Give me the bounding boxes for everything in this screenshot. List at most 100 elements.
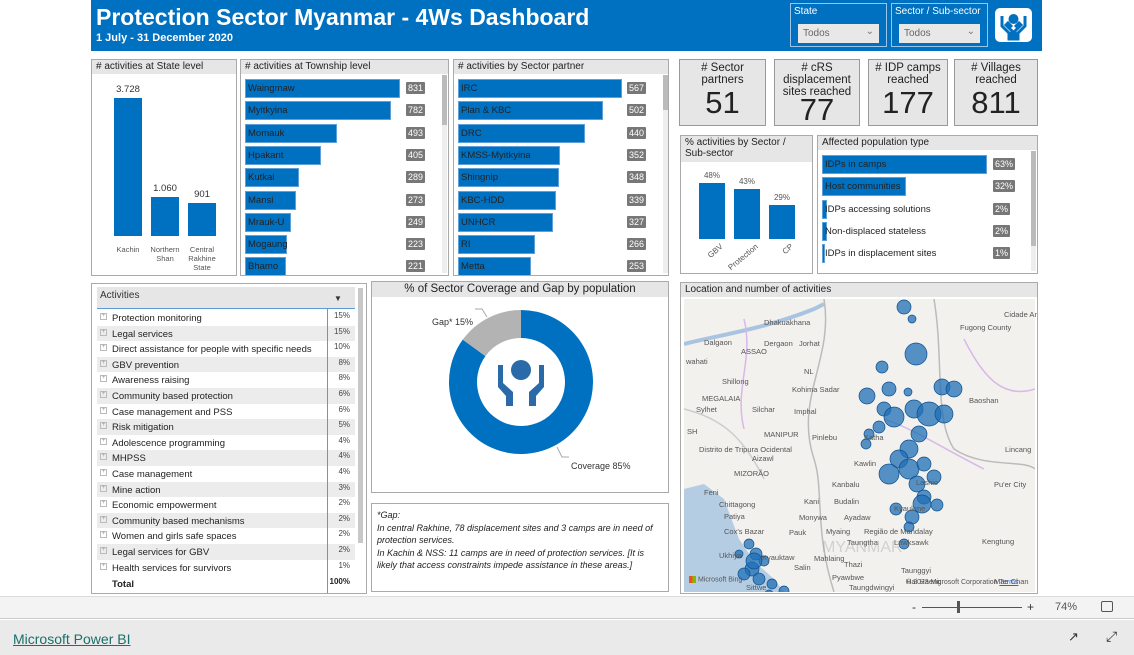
scrollbar[interactable]	[358, 288, 363, 543]
bar-row[interactable]: IDPs accessing solutions 2%	[822, 199, 1018, 219]
bar-row[interactable]: Myitkyina 782	[245, 101, 431, 121]
scrollbar[interactable]	[663, 75, 668, 273]
fit-to-page-icon[interactable]	[1101, 601, 1113, 612]
expand-icon[interactable]: +	[100, 375, 107, 383]
expand-icon[interactable]: +	[100, 469, 107, 476]
table-row[interactable]: + Legal services for GBV 2%	[97, 544, 355, 560]
expand-icon[interactable]: +	[100, 484, 107, 492]
expand-icon[interactable]: +	[100, 437, 107, 445]
expand-icon[interactable]: +	[100, 328, 107, 336]
bar-row[interactable]: Non-displaced stateless 2%	[822, 221, 1018, 241]
bar-row[interactable]: UNHCR 327	[458, 212, 652, 232]
table-row[interactable]: + Women and girls safe spaces 2%	[97, 528, 355, 544]
table-row[interactable]: + Adolescence programming 4%	[97, 435, 355, 451]
expand-icon[interactable]: +	[100, 515, 107, 523]
bar-row[interactable]: RI 266	[458, 235, 652, 255]
table-row[interactable]: + Case management and PSS 6%	[97, 404, 355, 420]
table-row[interactable]: + Health services for survivors 1%	[97, 560, 355, 576]
bar-row[interactable]: Mansi 273	[245, 190, 431, 210]
activity-bubble[interactable]	[878, 463, 900, 485]
zoom-in-button[interactable]: +	[1027, 600, 1034, 614]
subsector-bar[interactable]	[769, 205, 795, 239]
activity-bubble[interactable]	[883, 406, 905, 428]
expand-icon[interactable]: +	[100, 500, 107, 508]
scrollbar[interactable]	[442, 75, 447, 273]
activity-bubble[interactable]	[910, 425, 928, 443]
zoom-out-button[interactable]: -	[912, 600, 916, 614]
state-dropdown[interactable]: Todos ⌄	[798, 24, 879, 43]
table-row[interactable]: + Mine action 3%	[97, 481, 355, 498]
state-bar[interactable]	[114, 98, 142, 236]
bar-row[interactable]: Mogaung 223	[245, 235, 431, 255]
sort-desc-icon[interactable]: ▼	[334, 294, 342, 303]
activity-bubble[interactable]	[896, 299, 912, 315]
activity-bubble[interactable]	[934, 404, 954, 424]
expand-icon[interactable]: +	[100, 313, 107, 320]
bar-row[interactable]: Host communities 32%	[822, 177, 1018, 197]
activity-bubble[interactable]	[766, 578, 778, 590]
table-row[interactable]: + MHPSS 4%	[97, 450, 355, 466]
state-bar[interactable]	[151, 196, 179, 236]
expand-icon[interactable]: +	[100, 562, 107, 570]
activity-bubble[interactable]	[904, 342, 928, 366]
subsector-bar[interactable]	[699, 183, 725, 239]
table-row[interactable]: + Direct assistance for people with speci…	[97, 341, 355, 357]
activity-bubble[interactable]	[916, 456, 932, 472]
zoom-slider-handle[interactable]	[957, 601, 960, 613]
activity-map[interactable]: Location and number of activities Dhakua…	[680, 282, 1038, 594]
activity-bubble[interactable]	[743, 538, 755, 550]
expand-icon[interactable]: +	[100, 344, 107, 352]
bar-row[interactable]: Waingmaw 831	[245, 79, 431, 98]
scrollbar[interactable]	[1031, 151, 1036, 271]
subsector-bar[interactable]	[734, 188, 760, 239]
expand-icon[interactable]: +	[100, 359, 107, 367]
bar-row[interactable]: DRC 440	[458, 123, 652, 143]
bar-row[interactable]: Kutkai 289	[245, 168, 431, 188]
expand-icon[interactable]: +	[100, 453, 107, 461]
table-row[interactable]: + Legal services 15%	[97, 325, 355, 342]
bar-row[interactable]: IDPs in displacement sites 1%	[822, 244, 1018, 264]
table-row[interactable]: + Case management 4%	[97, 466, 355, 482]
bar-row[interactable]: Mrauk-U 249	[245, 212, 431, 232]
sector-dropdown[interactable]: Todos ⌄	[899, 24, 980, 43]
fullscreen-icon[interactable]: ⤢	[1106, 628, 1117, 645]
table-row[interactable]: + Community based mechanisms 2%	[97, 512, 355, 529]
table-row[interactable]: + Protection monitoring 15%	[97, 310, 355, 326]
expand-icon[interactable]: +	[100, 422, 107, 430]
bar-row[interactable]: Shingnip 348	[458, 168, 652, 188]
expand-icon[interactable]: +	[100, 531, 107, 539]
terms-link[interactable]: Terms	[999, 579, 1018, 586]
bar-row[interactable]: Hpakant 405	[245, 145, 431, 165]
activity-bubble[interactable]	[881, 381, 897, 397]
activity-bubble[interactable]	[875, 360, 889, 374]
column-header-activities[interactable]: Activities	[100, 290, 139, 301]
bar-row[interactable]: IDPs in camps 63%	[822, 155, 1018, 174]
share-icon[interactable]: ↗	[1068, 629, 1079, 645]
bar-row[interactable]: KBC-HDD 339	[458, 190, 652, 210]
bar-row[interactable]: Momauk 493	[245, 123, 431, 143]
activity-bubble[interactable]	[745, 552, 763, 570]
bar-row[interactable]: Bhamo 221	[245, 257, 431, 275]
activity-bubble[interactable]	[858, 387, 876, 405]
table-row[interactable]: + Risk mitigation 5%	[97, 419, 355, 435]
bar-row[interactable]: KMSS-Myitkyina 352	[458, 145, 652, 165]
subsector-category-label: GBV	[706, 242, 725, 260]
table-row[interactable]: + Awareness raising 8%	[97, 372, 355, 388]
activity-bubble[interactable]	[930, 498, 944, 512]
bar-row[interactable]: Plan & KBC 502	[458, 101, 652, 121]
expand-icon[interactable]: +	[100, 547, 107, 554]
table-row[interactable]: + GBV prevention 8%	[97, 356, 355, 373]
power-bi-link[interactable]: Microsoft Power BI	[13, 631, 130, 647]
zoom-slider[interactable]	[922, 607, 1022, 608]
bar-row[interactable]: Metta 253	[458, 257, 652, 275]
activity-bubble[interactable]	[945, 380, 963, 398]
activity-bubble[interactable]	[903, 387, 913, 397]
state-bar[interactable]	[188, 202, 216, 236]
expand-icon[interactable]: +	[100, 391, 107, 398]
expand-icon[interactable]: +	[100, 406, 107, 414]
table-row[interactable]: + Community based protection 6%	[97, 388, 355, 404]
activity-bubble[interactable]	[907, 314, 917, 324]
table-row[interactable]: + Economic empowerment 2%	[97, 497, 355, 513]
activity-bubble[interactable]	[872, 420, 886, 434]
bar-row[interactable]: IRC 567	[458, 79, 652, 98]
